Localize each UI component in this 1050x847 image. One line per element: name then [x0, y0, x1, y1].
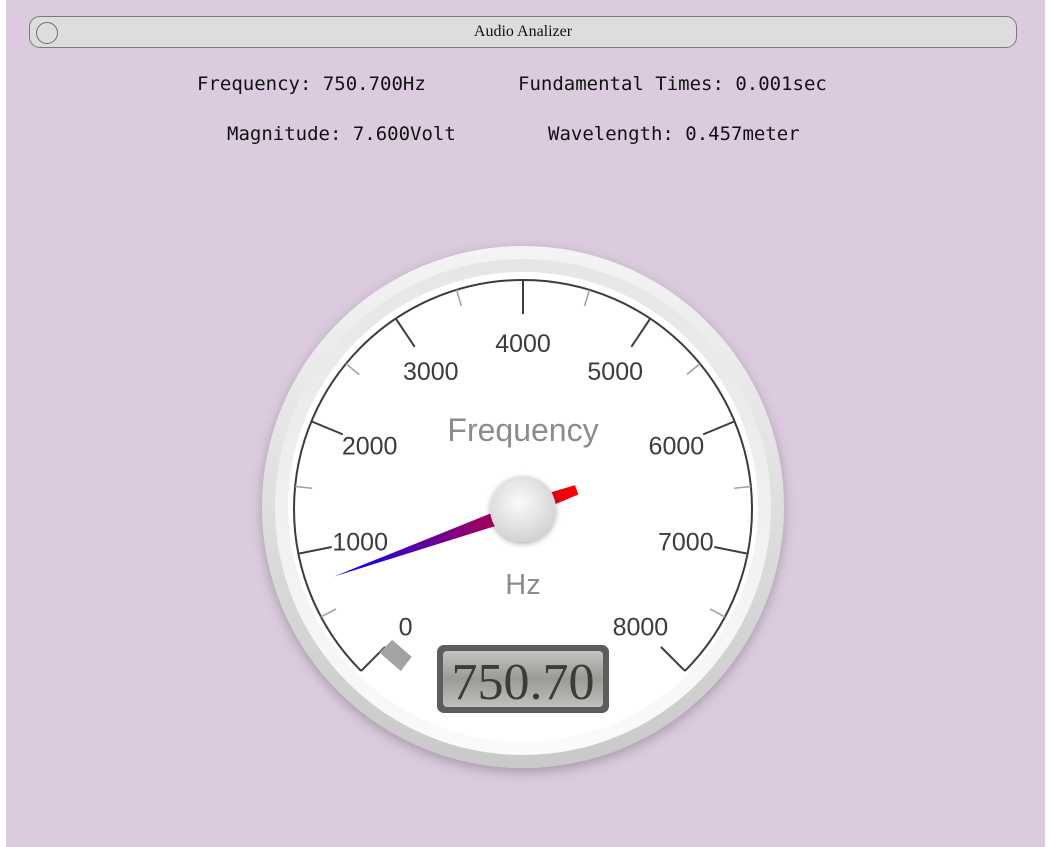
- frequency-gauge: 0 1000 2000 3000 4000 5000 6000 7000 8000 Freque…: [262, 246, 784, 768]
- needle-hub: [490, 476, 556, 542]
- value-display-text: 750.70: [452, 654, 595, 711]
- tick-label: 7000: [658, 528, 714, 556]
- gauge-units: Hz: [505, 569, 540, 601]
- tick-label: 4000: [495, 330, 551, 358]
- value-display: 750.70: [437, 645, 609, 713]
- tick-label: 1000: [332, 528, 388, 556]
- gauge-title: Frequency: [447, 412, 598, 448]
- tick-label: 8000: [613, 613, 669, 641]
- tick-label: 2000: [342, 432, 398, 460]
- tick-label: 0: [399, 613, 413, 641]
- tick-label: 3000: [403, 358, 459, 386]
- tick-label: 5000: [587, 358, 643, 386]
- tick-label: 6000: [649, 432, 705, 460]
